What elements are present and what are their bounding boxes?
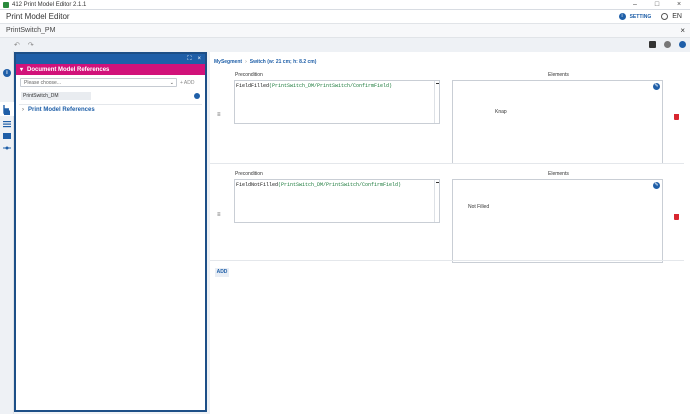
document-tab-label: PrintSwitch_PM xyxy=(6,27,56,34)
add-segment-button[interactable]: ADD xyxy=(215,268,229,277)
chevron-right-icon: › xyxy=(22,106,24,113)
precondition-argument: (PrintSwitch_DM/PrintSwitch/ConfirmField… xyxy=(269,83,393,89)
close-panel-icon[interactable]: × xyxy=(197,56,201,62)
setting-icon[interactable]: i xyxy=(618,13,626,20)
print-model-references-row[interactable]: › Print Model References xyxy=(19,104,202,114)
breadcrumb-separator: › xyxy=(245,59,247,65)
document-model-references-panel: ⛶ × ▾ Document Model References Please c… xyxy=(14,52,207,412)
precondition-editor[interactable]: FieldFilled(PrintSwitch_DM/PrintSwitch/C… xyxy=(234,80,440,124)
element-item[interactable]: Knap xyxy=(495,109,507,115)
elements-box[interactable]: ✎ Not Filled xyxy=(452,179,663,263)
info-icon[interactable]: i xyxy=(3,69,11,77)
delete-trash-icon[interactable] xyxy=(674,114,679,120)
panel-header: ⛶ × xyxy=(16,54,205,64)
element-item[interactable]: Not Filled xyxy=(468,204,489,210)
app-title: Print Model Editor xyxy=(6,12,70,21)
chevron-down-icon: ⌄ xyxy=(169,79,174,86)
document-icon[interactable] xyxy=(3,108,11,116)
chevron-down-icon: ▾ xyxy=(20,67,24,73)
segment-row: ≡ Precondition Elements FieldNotFilled(P… xyxy=(210,167,684,263)
breadcrumb-detail: Switch (w: 21 cm; h: 8.2 cm) xyxy=(249,59,317,65)
editor-scrollbar[interactable] xyxy=(434,180,439,222)
drag-handle-icon[interactable]: ≡ xyxy=(217,212,223,218)
precondition-function: FieldFilled xyxy=(236,83,270,89)
add-reference-button[interactable]: + ADD xyxy=(180,80,194,86)
segment-divider xyxy=(210,260,684,261)
reference-settings-icon[interactable] xyxy=(194,93,200,99)
document-tab[interactable]: PrintSwitch_PM × xyxy=(0,24,690,38)
segment-divider xyxy=(210,163,684,164)
expand-panel-icon[interactable]: ⛶ xyxy=(187,56,191,63)
plus-icon: + xyxy=(180,79,183,86)
redo-icon[interactable]: ↷ xyxy=(28,41,34,49)
help-icon[interactable] xyxy=(679,41,686,48)
window-title: 412 Print Model Editor 2.1.1 xyxy=(12,1,87,8)
image-icon[interactable] xyxy=(3,132,11,140)
editor-scrollbar[interactable] xyxy=(434,81,439,123)
left-nav-rail: i xyxy=(0,51,14,414)
close-window-icon[interactable]: × xyxy=(668,0,690,10)
edit-pencil-icon[interactable]: ✎ xyxy=(653,182,660,189)
language-selector[interactable]: EN xyxy=(672,13,682,20)
setting-button[interactable]: SETTING xyxy=(630,14,652,20)
editor-scrollbar-thumb[interactable] xyxy=(436,83,439,84)
print-model-references-label: Print Model References xyxy=(28,106,95,113)
undo-icon[interactable]: ↶ xyxy=(14,41,20,49)
document-model-select-placeholder: Please choose... xyxy=(24,79,61,86)
precondition-label: Precondition xyxy=(235,171,263,177)
add-reference-label: ADD xyxy=(183,79,195,86)
app-icon xyxy=(3,1,9,8)
document-model-references-title: Document Model References xyxy=(27,66,110,73)
drag-handle-icon[interactable]: ≡ xyxy=(217,112,223,118)
close-document-icon[interactable]: × xyxy=(680,26,685,35)
list-icon[interactable] xyxy=(3,120,11,128)
precondition-argument: (PrintSwitch_DM/PrintSwitch/ConfirmField… xyxy=(278,182,402,188)
breadcrumb-segment[interactable]: MySegment xyxy=(214,59,242,65)
delete-trash-icon[interactable] xyxy=(674,214,679,220)
maximize-icon[interactable]: □ xyxy=(646,0,668,10)
elements-label: Elements xyxy=(548,171,569,177)
app-header: Print Model Editor i SETTING EN xyxy=(0,10,690,24)
toolbar: ↶ ↷ xyxy=(0,38,690,51)
minimize-icon[interactable]: – xyxy=(624,0,646,10)
segment-row: ≡ Precondition Elements FieldFilled(Prin… xyxy=(210,70,684,164)
elements-label: Elements xyxy=(548,72,569,78)
main-content: MySegment › Switch (w: 21 cm; h: 8.2 cm) ≡… xyxy=(210,52,690,414)
print-icon[interactable] xyxy=(649,41,656,48)
breadcrumb: MySegment › Switch (w: 21 cm; h: 8.2 cm) xyxy=(214,59,316,65)
edit-pencil-icon[interactable]: ✎ xyxy=(653,83,660,90)
settings-gear-icon[interactable] xyxy=(664,41,671,48)
globe-icon[interactable] xyxy=(661,13,669,20)
document-model-select[interactable]: Please choose... ⌄ xyxy=(20,78,177,87)
window-controls: – □ × xyxy=(624,0,690,10)
window-titlebar: 412 Print Model Editor 2.1.1 – □ × xyxy=(0,0,690,10)
reference-chip[interactable]: PrintSwitch_DM xyxy=(21,92,91,100)
precondition-function: FieldNotFilled xyxy=(236,182,279,188)
network-icon[interactable] xyxy=(3,144,11,152)
elements-box[interactable]: ✎ Knap xyxy=(452,80,663,164)
precondition-editor[interactable]: FieldNotFilled(PrintSwitch_DM/PrintSwitc… xyxy=(234,179,440,223)
document-model-references-header[interactable]: ▾ Document Model References xyxy=(16,64,205,75)
precondition-label: Precondition xyxy=(235,72,263,78)
editor-scrollbar-thumb[interactable] xyxy=(436,182,439,183)
